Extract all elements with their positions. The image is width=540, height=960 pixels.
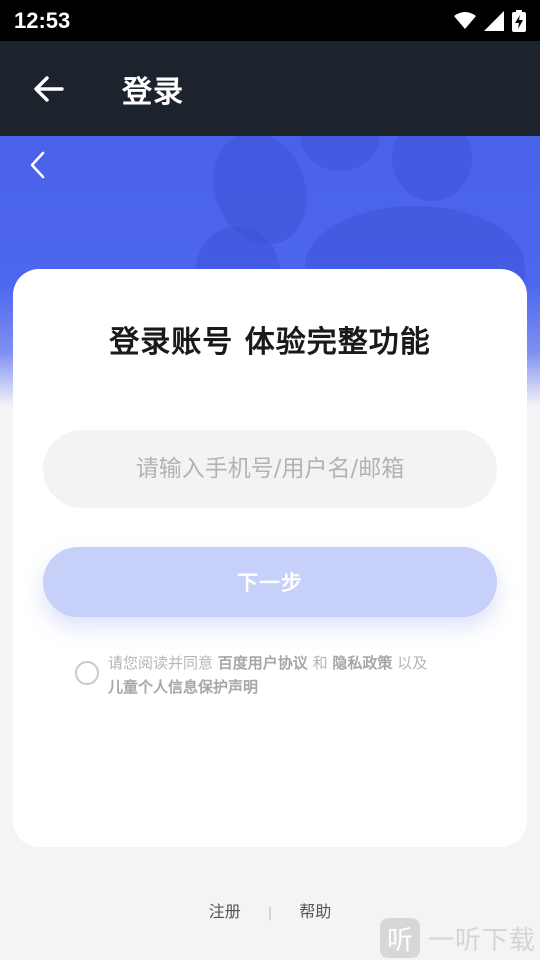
wifi-icon [454,11,476,29]
status-time: 12:53 [14,7,71,33]
login-card-title: 登录账号 体验完整功能 [109,325,431,360]
signal-icon [484,10,504,31]
agreement-text: 请您阅读并同意 百度用户协议 和 隐私政策 以及 儿童个人信息保护声明 [108,651,478,699]
agreement-also: 以及 [397,654,428,672]
child-protection-link[interactable]: 儿童个人信息保护声明 [108,678,258,696]
paw-toe-3 [392,136,472,201]
help-link[interactable]: 帮助 [299,898,331,922]
page-title: 登录 [122,74,184,110]
back-button[interactable] [26,66,72,112]
status-bar: 12:53 [0,0,540,41]
arrow-left-icon [34,75,64,102]
user-agreement-link[interactable]: 百度用户协议 [218,654,308,672]
chevron-left-icon [30,151,45,179]
paw-toe-2 [300,136,380,171]
watermark-logo: 听 [380,918,420,958]
watermark-text: 一听下载 [428,925,537,956]
app-bar: 登录 [0,41,540,136]
privacy-policy-link[interactable]: 隐私政策 [332,654,392,672]
agreement-checkbox[interactable] [75,661,99,685]
agreement-prefix: 请您阅读并同意 [108,654,214,672]
footer-divider: | [267,906,273,921]
status-icons [454,9,526,32]
login-card: 登录账号 体验完整功能 下一步 请您阅读并同意 百度用户协议 和 隐私政策 以及… [13,269,527,847]
account-input[interactable] [43,430,497,508]
register-link[interactable]: 注册 [209,898,241,922]
next-step-button[interactable]: 下一步 [43,547,497,617]
watermark: 听 一听下载 [380,917,536,959]
agreement-and: 和 [312,654,328,672]
battery-icon [512,9,526,32]
hero-back-button[interactable] [24,150,54,180]
